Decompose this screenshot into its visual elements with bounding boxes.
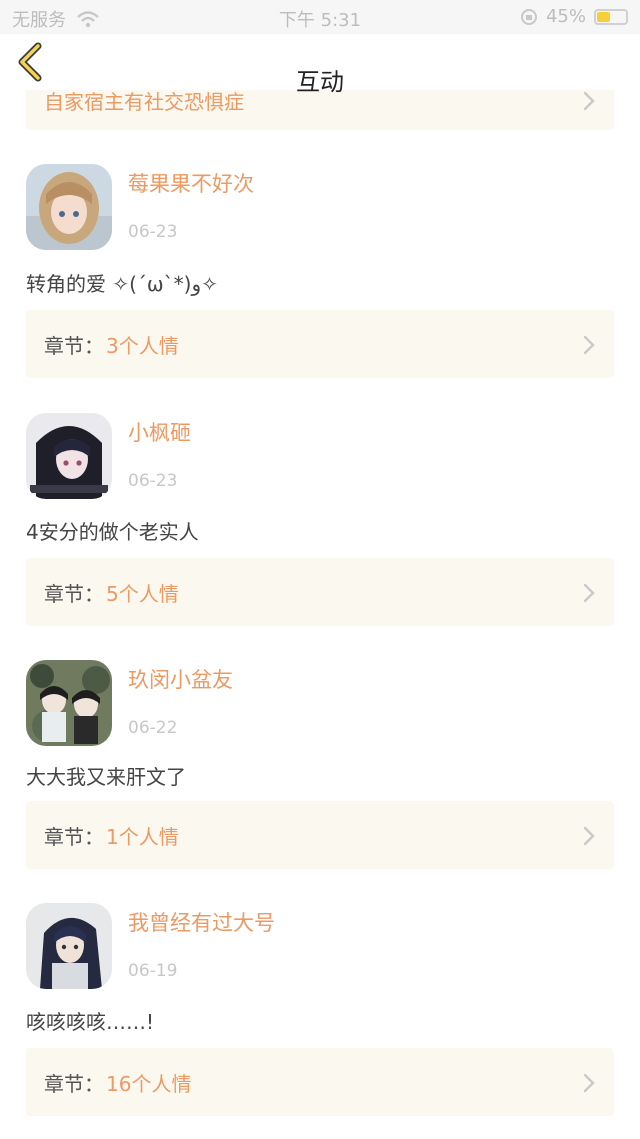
chapter-label: 章节： xyxy=(44,582,104,606)
comment-date: 06-19 xyxy=(128,961,178,981)
chevron-right-icon xyxy=(583,335,595,355)
user-name[interactable]: 小枫砸 xyxy=(128,417,191,447)
status-right: 45% xyxy=(520,6,628,27)
chapter-label: 章节： xyxy=(44,825,104,849)
orientation-lock-icon xyxy=(520,8,537,25)
battery-percent: 45% xyxy=(545,6,586,27)
chapter-title: 1个人情 xyxy=(106,825,179,849)
chapter-title: 16个人情 xyxy=(106,1072,192,1096)
avatar[interactable] xyxy=(26,660,112,746)
chevron-right-icon xyxy=(583,1073,595,1093)
comment-date: 06-23 xyxy=(128,471,178,491)
comment-text: 4安分的做个老实人 xyxy=(26,520,199,544)
comment-date: 06-23 xyxy=(128,222,178,242)
user-name[interactable]: 玖闵小盆友 xyxy=(128,664,233,694)
comment-text: 大大我又来肝文了 xyxy=(26,765,186,789)
chevron-right-icon xyxy=(583,826,595,846)
avatar[interactable] xyxy=(26,413,112,499)
avatar[interactable] xyxy=(26,164,112,250)
chapter-title: 3个人情 xyxy=(106,334,179,358)
chapter-card[interactable]: 章节： 5个人情 xyxy=(26,558,614,626)
nav-bar: 互动 xyxy=(0,34,640,96)
chapter-card[interactable]: 章节： 16个人情 xyxy=(26,1048,614,1116)
chapter-card[interactable]: 章节： 1个人情 xyxy=(26,801,614,869)
user-name[interactable]: 莓果果不好次 xyxy=(128,168,254,198)
comment-text: 转角的爱 ✧(´ω`*)و✧ xyxy=(26,272,218,296)
battery-fill xyxy=(597,11,610,22)
user-name[interactable]: 我曾经有过大号 xyxy=(128,907,275,937)
status-bar: 无服务 下午 5:31 45% xyxy=(0,0,640,34)
comment-date: 06-22 xyxy=(128,718,178,738)
chapter-label: 章节： xyxy=(44,1072,104,1096)
comment-text: 咳咳咳咳……! xyxy=(26,1010,155,1034)
chapter-title: 5个人情 xyxy=(106,582,179,606)
avatar[interactable] xyxy=(26,903,112,989)
chapter-card[interactable]: 章节： 3个人情 xyxy=(26,310,614,378)
page-title: 互动 xyxy=(296,68,344,96)
battery-icon xyxy=(594,8,628,25)
chevron-right-icon xyxy=(583,583,595,603)
chapter-label: 章节： xyxy=(44,334,104,358)
